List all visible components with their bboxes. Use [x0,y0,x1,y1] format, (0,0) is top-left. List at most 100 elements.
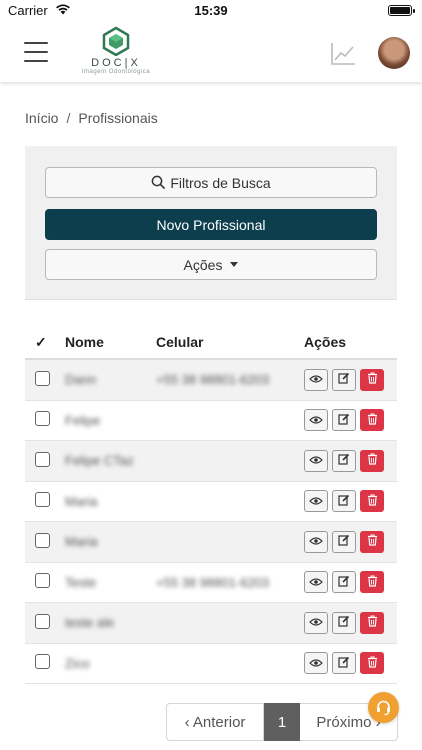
edit-icon [338,453,350,468]
new-professional-button[interactable]: Novo Profissional [45,209,377,240]
menu-icon[interactable] [24,42,48,62]
row-actions [304,611,397,634]
view-button[interactable] [304,490,328,513]
edit-button[interactable] [332,490,356,513]
row-checkbox[interactable] [35,492,50,508]
battery-icon [388,5,415,16]
eye-icon [309,656,323,671]
chart-line-icon[interactable] [330,42,356,66]
row-checkbox[interactable] [35,411,50,427]
delete-button[interactable] [360,449,384,472]
view-button[interactable] [304,409,328,432]
select-all-header[interactable]: ✓ [25,334,65,351]
cell-nome: Teste [65,574,97,590]
table-row: Teste +55 38 98801-6203 [25,563,397,603]
row-checkbox[interactable] [35,573,50,589]
delete-button[interactable] [360,652,384,675]
avatar[interactable] [378,37,410,69]
header-celular: Celular [156,334,204,350]
status-bar: Carrier 15:39 [0,0,422,22]
delete-button[interactable] [360,530,384,553]
edit-icon [338,615,350,630]
clock: 15:39 [194,3,228,18]
view-button[interactable] [304,571,328,594]
app-header: DOC|X Imagem Odontológica [0,22,422,82]
view-button[interactable] [304,652,328,675]
row-checkbox[interactable] [35,654,50,670]
edit-icon [338,494,350,509]
header-acoes: Ações [304,334,347,350]
edit-button[interactable] [332,571,356,594]
headset-icon [377,700,390,716]
brand-name: DOC|X [91,57,141,69]
trash-icon [367,413,378,428]
trash-icon [367,575,378,590]
current-page-button[interactable]: 1 [264,703,300,741]
edit-button[interactable] [332,611,356,634]
cell-nome: Zico [65,655,90,671]
table-row: teste ale [25,603,397,644]
view-button[interactable] [304,530,328,553]
edit-icon [338,372,350,387]
table-row: Zico [25,644,397,684]
row-actions [304,368,397,391]
table-body: Dann +55 38 98801-6203 Felipe Felipe CTaz Ma… [25,360,397,684]
breadcrumb: Início / Profissionais [25,110,158,126]
cell-nome: Maria [65,534,98,550]
edit-icon [338,534,350,549]
row-checkbox[interactable] [35,532,50,548]
cell-nome: Felipe CTaz [65,453,134,469]
header-nome: Nome [65,334,104,350]
trash-icon [367,453,378,468]
edit-button[interactable] [332,449,356,472]
edit-button[interactable] [332,652,356,675]
row-actions [304,571,397,594]
eye-icon [309,372,323,387]
cell-celular: +55 38 98801-6203 [156,372,270,388]
new-professional-label: Novo Profissional [156,216,266,233]
edit-button[interactable] [332,368,356,391]
edit-button[interactable] [332,530,356,553]
edit-button[interactable] [332,409,356,432]
edit-icon [338,656,350,671]
table-row: Felipe CTaz [25,441,397,482]
table-row: Felipe [25,401,397,441]
row-actions [304,490,397,513]
view-button[interactable] [304,611,328,634]
delete-button[interactable] [360,571,384,594]
row-actions [304,409,397,432]
logo[interactable]: DOC|X Imagem Odontológica [78,26,154,80]
row-actions [304,652,397,675]
delete-button[interactable] [360,611,384,634]
cell-nome: Dann [65,372,97,388]
eye-icon [309,413,323,428]
breadcrumb-home[interactable]: Início [25,110,58,126]
breadcrumb-separator: / [66,110,71,126]
table-row: Maria [25,482,397,522]
caret-down-icon [230,262,239,267]
trash-icon [367,656,378,671]
eye-icon [309,494,323,509]
support-chat-button[interactable] [368,692,399,723]
edit-icon [338,413,350,428]
edit-icon [338,575,350,590]
cell-celular: +55 38 98801-6203 [156,574,270,590]
actions-dropdown-label: Ações [183,256,223,273]
eye-icon [309,453,323,468]
view-button[interactable] [304,449,328,472]
eye-icon [309,615,323,630]
search-filters-button[interactable]: Filtros de Busca [45,167,377,198]
row-checkbox[interactable] [35,370,50,386]
trash-icon [367,534,378,549]
row-checkbox[interactable] [35,451,50,467]
row-checkbox[interactable] [35,613,50,629]
delete-button[interactable] [360,490,384,513]
actions-dropdown[interactable]: Ações [45,249,377,280]
view-button[interactable] [304,368,328,391]
eye-icon [309,534,323,549]
delete-button[interactable] [360,409,384,432]
cell-nome: Felipe [65,412,101,428]
trash-icon [367,494,378,509]
delete-button[interactable] [360,368,384,391]
prev-page-button[interactable]: ‹ Anterior [166,703,264,741]
